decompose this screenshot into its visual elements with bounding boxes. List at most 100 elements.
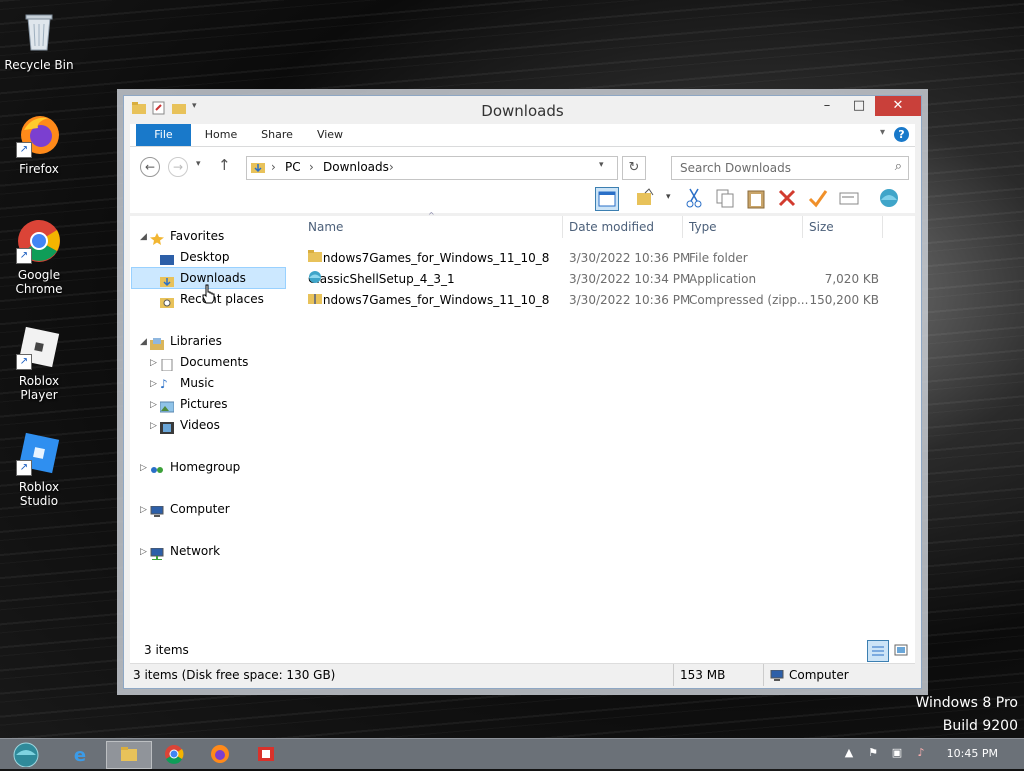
show-hidden-icons-icon[interactable]: ▲ bbox=[842, 746, 856, 760]
breadcrumb-separator: › bbox=[309, 160, 314, 174]
sort-arrow-icon: ^ bbox=[428, 211, 435, 220]
explorer-window: ▾ Downloads – □ ✕ File Home Share View ▾… bbox=[123, 95, 922, 689]
nav-desktop[interactable]: Desktop bbox=[160, 247, 230, 267]
file-row[interactable]: Windows7Games_for_Windows_11_10_8 3/30/2… bbox=[300, 290, 915, 311]
rename-check-icon[interactable] bbox=[807, 187, 829, 209]
minimize-button[interactable]: – bbox=[811, 96, 843, 116]
desktop-icon-firefox[interactable]: ↗ Firefox bbox=[0, 112, 78, 176]
recent-locations-icon[interactable]: ▾ bbox=[196, 159, 201, 169]
collapse-arrow-icon[interactable]: ◢ bbox=[140, 337, 147, 347]
nav-label: Network bbox=[170, 544, 221, 558]
cut-icon[interactable] bbox=[683, 187, 705, 209]
tab-file[interactable]: File bbox=[136, 124, 191, 146]
expand-arrow-icon[interactable]: ▷ bbox=[140, 463, 147, 473]
internet-explorer-icon[interactable]: e bbox=[58, 741, 102, 767]
nav-videos[interactable]: Videos bbox=[160, 415, 220, 435]
nav-favorites[interactable]: Favorites bbox=[150, 226, 224, 246]
title-bar[interactable]: ▾ Downloads – □ ✕ bbox=[124, 96, 921, 124]
volume-muted-icon[interactable]: ♪ bbox=[914, 746, 928, 760]
forward-button[interactable]: → bbox=[168, 157, 188, 177]
nav-label: Homegroup bbox=[170, 460, 241, 474]
desktop-icon-recycle-bin[interactable]: Recycle Bin bbox=[0, 8, 78, 72]
expand-arrow-icon[interactable]: ▷ bbox=[150, 400, 157, 410]
desktop-icon-roblox-studio[interactable]: ↗ Roblox Studio bbox=[0, 430, 78, 508]
search-icon[interactable]: ⌕ bbox=[895, 159, 902, 174]
file-explorer-icon[interactable] bbox=[106, 741, 152, 769]
address-dropdown-icon[interactable]: ▾ bbox=[599, 160, 604, 170]
details-view-icon[interactable] bbox=[867, 640, 889, 662]
shortcut-arrow-icon: ↗ bbox=[16, 354, 32, 370]
network-status-icon[interactable]: ▣ bbox=[890, 746, 904, 760]
collapse-arrow-icon[interactable]: ◢ bbox=[140, 232, 147, 242]
firefox-icon[interactable] bbox=[198, 741, 242, 767]
breadcrumb-downloads[interactable]: Downloads bbox=[323, 160, 389, 174]
column-divider[interactable] bbox=[882, 216, 883, 238]
expand-arrow-icon[interactable]: ▷ bbox=[150, 379, 157, 389]
nav-label: Libraries bbox=[170, 334, 222, 348]
desktop-icon-roblox-player[interactable]: ↗ Roblox Player bbox=[0, 324, 78, 402]
taskbar-clock[interactable]: 10:45 PM bbox=[947, 747, 998, 760]
column-divider[interactable] bbox=[562, 216, 563, 238]
breadcrumb-pc[interactable]: PC bbox=[285, 160, 301, 174]
column-divider[interactable] bbox=[682, 216, 683, 238]
back-button[interactable]: ← bbox=[140, 157, 160, 177]
delete-icon[interactable] bbox=[776, 187, 798, 209]
maximize-button[interactable]: □ bbox=[843, 96, 875, 116]
address-row: ← → ▾ ↑ › PC › Downloads › ▾ ↻ Search Do… bbox=[130, 147, 915, 183]
paste-icon[interactable] bbox=[745, 187, 767, 209]
column-header-size[interactable]: Size bbox=[809, 216, 834, 238]
file-list: ^ Name Date modified Type Size Windows7G… bbox=[300, 211, 915, 638]
chevron-down-icon[interactable]: ▾ bbox=[666, 192, 671, 202]
chrome-icon[interactable] bbox=[152, 741, 196, 767]
help-button[interactable]: ? bbox=[894, 127, 909, 142]
address-bar[interactable]: › PC › Downloads › ▾ bbox=[246, 156, 618, 180]
folder-icon bbox=[251, 160, 265, 177]
column-header-date[interactable]: Date modified bbox=[569, 216, 654, 238]
search-box[interactable]: Search Downloads ⌕ bbox=[671, 156, 909, 180]
firefox-icon: ↗ bbox=[16, 112, 62, 158]
large-icons-view-icon[interactable] bbox=[891, 640, 911, 660]
folder-options-icon[interactable] bbox=[635, 187, 657, 209]
preview-pane-icon[interactable] bbox=[595, 187, 619, 211]
action-center-flag-icon[interactable]: ⚑ bbox=[866, 746, 880, 760]
app-icon[interactable] bbox=[244, 741, 288, 767]
nav-network[interactable]: Network bbox=[150, 541, 220, 561]
documents-icon bbox=[160, 357, 174, 371]
tab-view[interactable]: View bbox=[308, 124, 352, 146]
start-orb-icon[interactable] bbox=[4, 741, 44, 768]
nav-label: Pictures bbox=[180, 397, 228, 411]
column-divider[interactable] bbox=[802, 216, 803, 238]
nav-homegroup[interactable]: Homegroup bbox=[150, 457, 240, 477]
items-bar: 3 items bbox=[130, 638, 915, 663]
column-header-name[interactable]: Name bbox=[308, 216, 343, 238]
close-button[interactable]: ✕ bbox=[875, 96, 921, 116]
refresh-button[interactable]: ↻ bbox=[622, 156, 646, 180]
up-button[interactable]: ↑ bbox=[218, 156, 231, 174]
folder-icon bbox=[308, 248, 322, 262]
tab-home[interactable]: Home bbox=[196, 124, 246, 146]
os-edition-watermark: Windows 8 Pro bbox=[915, 695, 1018, 711]
nav-libraries[interactable]: Libraries bbox=[150, 331, 222, 351]
nav-documents[interactable]: Documents bbox=[160, 352, 248, 372]
nav-pictures[interactable]: Pictures bbox=[159, 394, 228, 414]
svg-text:e: e bbox=[74, 745, 86, 766]
nav-computer[interactable]: Computer bbox=[150, 499, 230, 519]
expand-arrow-icon[interactable]: ▷ bbox=[140, 547, 147, 557]
expand-arrow-icon[interactable]: ▷ bbox=[150, 421, 157, 431]
nav-music[interactable]: ♪ Music bbox=[160, 373, 214, 393]
copy-icon[interactable] bbox=[714, 187, 736, 209]
status-location: Computer bbox=[770, 668, 849, 682]
expand-arrow-icon[interactable]: ▷ bbox=[140, 505, 147, 515]
properties-icon[interactable] bbox=[838, 187, 860, 209]
file-row[interactable]: Windows7Games_for_Windows_11_10_8 3/30/2… bbox=[300, 248, 915, 269]
classic-shell-icon[interactable] bbox=[878, 187, 900, 209]
desktop-icon-chrome[interactable]: ↗ Google Chrome bbox=[0, 218, 78, 296]
tab-share[interactable]: Share bbox=[252, 124, 302, 146]
hand-cursor-icon bbox=[202, 284, 216, 304]
expand-arrow-icon[interactable]: ▷ bbox=[150, 358, 157, 368]
file-row[interactable]: ClassicShellSetup_4_3_1 3/30/2022 10:34 … bbox=[300, 269, 915, 290]
column-header-type[interactable]: Type bbox=[689, 216, 717, 238]
nav-label: Computer bbox=[170, 502, 230, 516]
ribbon-expand-icon[interactable]: ▾ bbox=[880, 127, 885, 138]
music-icon: ♪ bbox=[160, 376, 168, 391]
